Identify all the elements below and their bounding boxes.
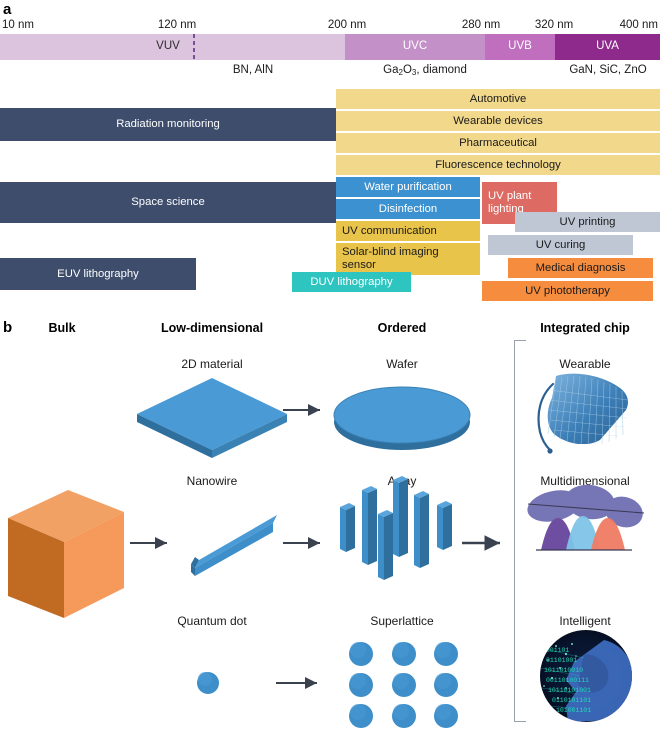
app-bar-pharmaceutical-label: Pharmaceutical [459, 136, 537, 149]
svg-text:1011010010: 1011010010 [544, 667, 583, 674]
app-bar-solar-blind-imaging-sensor-label: Solar-blind imaging sensor [342, 246, 439, 271]
app-bar-disinfection[interactable]: Disinfection [336, 199, 480, 219]
axis-tick-280nm: 280 nm [461, 19, 501, 31]
app-bar-solar-blind-imaging-sensor[interactable]: Solar-blind imaging sensor [336, 243, 480, 275]
spectrum-band-uvc: UVC [345, 34, 485, 60]
panel-b-graphics: 1001101 01101001 1011010010 00110100111 … [8, 373, 645, 728]
spectrum-band-vuv: VUV [0, 34, 345, 60]
axis-tick-320nm: 320 nm [534, 19, 574, 31]
app-bar-medical-diagnosis[interactable]: Medical diagnosis [508, 258, 653, 278]
material-label-bn-aln: BN, AlN [232, 64, 274, 76]
app-bar-duv-lithography[interactable]: DUV lithography [292, 272, 411, 292]
app-bar-uv-curing-label: UV curing [535, 238, 586, 251]
app-bar-radiation-monitoring[interactable]: Radiation monitoring [0, 108, 336, 141]
2d-sheet-icon [137, 378, 287, 458]
app-bar-automotive[interactable]: Automotive [336, 89, 660, 109]
spectrum-band-uva: UVA [555, 34, 660, 60]
app-bar-fluorescence-technology-label: Fluorescence technology [435, 158, 561, 171]
wearable-patch-icon [537, 373, 629, 454]
app-bar-duv-lithography-label: DUV lithography [310, 275, 393, 288]
axis-tick-200nm: 200 nm [327, 19, 367, 31]
app-bar-wearable-devices[interactable]: Wearable devices [336, 111, 660, 131]
app-bar-pharmaceutical[interactable]: Pharmaceutical [336, 133, 660, 153]
axis-tick-10nm: 10 nm [2, 19, 34, 31]
app-bar-automotive-label: Automotive [469, 92, 527, 105]
app-bar-uv-communication-label: UV communication [342, 224, 437, 237]
intelligent-brain-icon: 1001101 01101001 1011010010 00110100111 … [540, 630, 632, 722]
spectrum-band-uvb: UVB [485, 34, 555, 60]
app-bar-fluorescence-technology[interactable]: Fluorescence technology [336, 155, 660, 175]
orange-cube-icon [8, 490, 124, 618]
app-bar-medical-diagnosis-label: Medical diagnosis [535, 261, 626, 274]
app-bar-space-science[interactable]: Space science [0, 182, 336, 223]
app-bar-uv-curing[interactable]: UV curing [488, 235, 633, 255]
app-bar-disinfection-label: Disinfection [378, 202, 438, 215]
multidimensional-plot-icon [527, 484, 645, 551]
svg-text:1001101: 1001101 [542, 647, 569, 654]
app-bar-uv-communication[interactable]: UV communication [336, 221, 480, 241]
material-label-ga2o3-diamond: Ga2O3, diamond [383, 64, 467, 77]
spectrum-band-uva-label: UVA [596, 40, 619, 53]
axis-tick-400nm: 400 nm [619, 19, 658, 31]
spectrum-band-uvb-label: UVB [508, 40, 532, 53]
app-bar-water-purification[interactable]: Water purification [336, 177, 480, 197]
superlattice-grid-icon [349, 642, 458, 728]
app-bar-uv-phototherapy-label: UV phototherapy [525, 284, 610, 297]
nanowire-array-icon [340, 476, 452, 580]
spectrum-band-uvc-label: UVC [402, 40, 428, 53]
material-label-gan-sic-zno: GaN, SiC, ZnO [569, 64, 647, 76]
uv-spectrum-bar: VUV UVC UVB UVA [0, 34, 660, 60]
app-bar-euv-lithography[interactable]: EUV lithography [0, 258, 196, 290]
app-bar-uv-printing[interactable]: UV printing [515, 212, 660, 232]
nanowire-rod-icon [191, 515, 277, 576]
panel-a-letter: a [3, 1, 12, 18]
app-bar-water-purification-label: Water purification [364, 180, 452, 193]
wafer-disc-icon [333, 386, 471, 450]
vuv-boundary-divider [193, 34, 195, 60]
app-bar-space-science-label: Space science [131, 196, 205, 209]
figure-root: a 10 nm 120 nm 200 nm 280 nm 320 nm 400 … [0, 0, 660, 738]
svg-text:10110101001: 10110101001 [548, 687, 591, 694]
app-bar-euv-lithography-label: EUV lithography [57, 267, 139, 280]
app-bar-uv-printing-label: UV printing [559, 215, 616, 228]
spectrum-band-vuv-label: VUV [156, 40, 180, 53]
svg-text:01101001: 01101001 [546, 657, 577, 664]
app-bar-wearable-devices-label: Wearable devices [453, 114, 543, 127]
app-bar-uv-phototherapy[interactable]: UV phototherapy [482, 281, 653, 301]
axis-tick-120nm: 120 nm [157, 19, 197, 31]
quantum-dot-icon [197, 672, 219, 694]
app-bar-radiation-monitoring-label: Radiation monitoring [116, 118, 220, 131]
